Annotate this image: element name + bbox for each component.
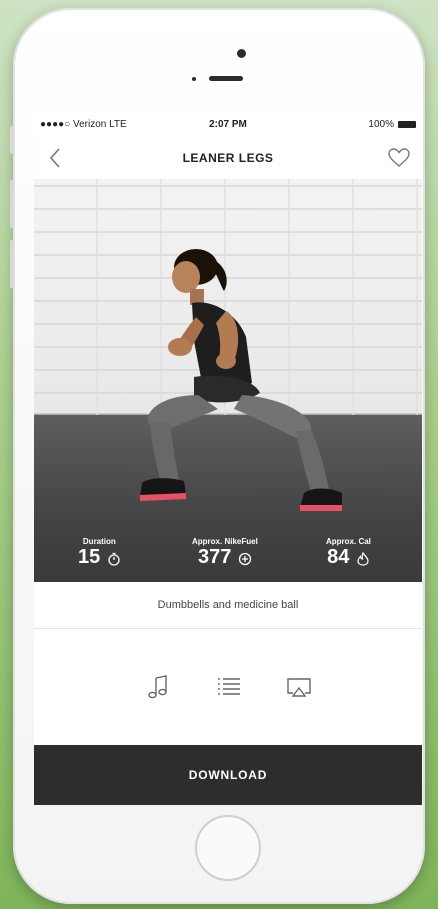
airplay-icon[interactable]	[285, 673, 313, 701]
stat-calories: Approx. Cal 84	[326, 537, 371, 568]
battery-icon	[398, 121, 416, 128]
earpiece-speaker	[209, 76, 243, 81]
volume-down-button	[10, 240, 14, 288]
favorite-heart-icon[interactable]	[388, 148, 410, 168]
stat-label: Approx. NikeFuel	[192, 537, 258, 546]
home-button[interactable]	[195, 815, 261, 881]
stat-duration: Duration 15	[78, 537, 121, 568]
page-title: LEANER LEGS	[182, 151, 274, 165]
stat-value: 377	[197, 546, 232, 568]
proximity-sensor	[192, 77, 196, 81]
stat-value: 15	[78, 546, 101, 568]
athlete-squat-figure	[140, 249, 342, 511]
stat-label: Approx. Cal	[326, 537, 371, 546]
app-screen: ●●●●○ Verizon LTE 2:07 PM 100% LEANER LE…	[34, 113, 422, 805]
stat-value: 84	[327, 546, 350, 568]
music-note-icon[interactable]	[145, 673, 173, 701]
workout-stats: Duration 15 Approx. NikeFuel 377 Approx.…	[34, 512, 422, 582]
action-icons-row	[34, 628, 422, 746]
stat-nikefuel: Approx. NikeFuel 377	[192, 537, 258, 568]
volume-up-button	[10, 180, 14, 228]
workout-hero-image: Duration 15 Approx. NikeFuel 377 Approx.…	[34, 179, 422, 582]
list-icon[interactable]	[215, 673, 243, 701]
status-bar: ●●●●○ Verizon LTE 2:07 PM 100%	[34, 113, 422, 137]
fuel-plus-icon	[238, 552, 251, 565]
battery-percent: 100%	[368, 119, 394, 130]
nav-bar: LEANER LEGS	[34, 137, 422, 180]
flame-icon	[357, 551, 369, 566]
front-camera	[237, 49, 246, 58]
equipment-label: Dumbbells and medicine ball	[34, 582, 422, 629]
status-time: 2:07 PM	[209, 119, 247, 130]
download-button[interactable]: DOWNLOAD	[34, 745, 422, 805]
mute-switch	[10, 126, 14, 154]
stat-label: Duration	[82, 537, 116, 546]
stopwatch-icon	[108, 552, 120, 566]
